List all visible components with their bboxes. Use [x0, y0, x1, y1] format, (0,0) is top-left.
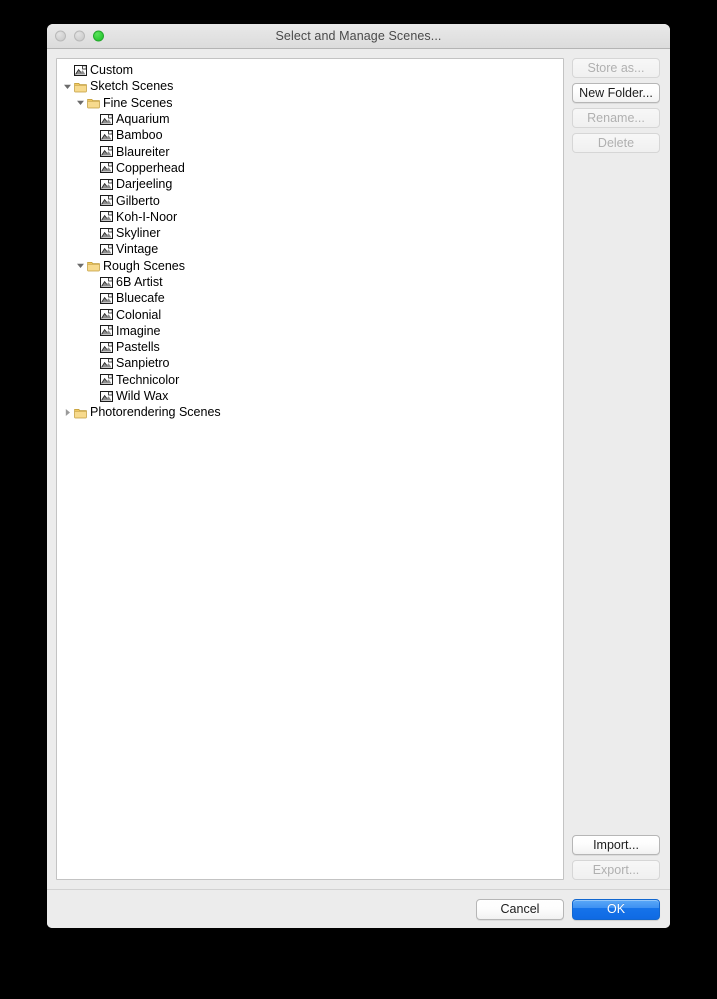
folder-icon: [74, 82, 87, 93]
tree-row-label: Koh-I-Noor: [116, 209, 178, 224]
tree-row[interactable]: Bluecafe: [57, 290, 563, 306]
scene-image-icon: [100, 146, 113, 158]
disclosure-triangle-open-icon[interactable]: [74, 261, 87, 270]
tree-row-label: Technicolor: [116, 372, 180, 387]
scene-image-icon: [100, 243, 113, 255]
scene-image-icon: [100, 309, 113, 321]
export-button: Export...: [572, 860, 660, 880]
scene-tree-panel[interactable]: Custom Sketch Scenes Fine Scenes Aquarium Ba…: [56, 58, 564, 880]
tree-row-label: Darjeeling: [116, 177, 173, 192]
tree-row[interactable]: Wild Wax: [57, 388, 563, 404]
side-spacer: [572, 153, 660, 835]
tree-row-label: Blaureiter: [116, 144, 170, 159]
tree-row-label: Photorendering Scenes: [90, 405, 221, 420]
tree-row[interactable]: Pastells: [57, 339, 563, 355]
tree-row-label: Colonial: [116, 307, 162, 322]
scene-image-icon: [100, 325, 113, 337]
tree-row-label: Rough Scenes: [103, 258, 186, 273]
scene-image-icon: [100, 292, 113, 304]
tree-row-label: Custom: [90, 63, 134, 78]
select-and-manage-scenes-dialog: Select and Manage Scenes... Custom Sketch…: [47, 24, 670, 928]
side-button-column: Store as... New Folder... Rename... Delete …: [564, 58, 661, 889]
tree-row[interactable]: 6B Artist: [57, 274, 563, 290]
ok-button[interactable]: OK: [572, 898, 660, 920]
import-button[interactable]: Import...: [572, 835, 660, 855]
scene-image-icon: [100, 341, 113, 353]
new-folder-button[interactable]: New Folder...: [572, 83, 660, 103]
tree-row[interactable]: Imagine: [57, 323, 563, 339]
scene-image-icon: [100, 390, 113, 402]
tree-row[interactable]: Fine Scenes: [57, 95, 563, 111]
maximize-button[interactable]: [93, 30, 104, 42]
tree-row[interactable]: Blaureiter: [57, 143, 563, 159]
scene-image-icon: [100, 357, 113, 369]
transfer-buttons-group: Import... Export...: [572, 835, 660, 880]
tree-row[interactable]: Koh-I-Noor: [57, 209, 563, 225]
window-titlebar: Select and Manage Scenes...: [47, 24, 670, 49]
tree-row[interactable]: Copperhead: [57, 160, 563, 176]
store-as-button: Store as...: [572, 58, 660, 78]
tree-row[interactable]: Technicolor: [57, 372, 563, 388]
scene-image-icon: [100, 162, 113, 174]
scene-image-icon: [100, 178, 113, 190]
tree-row-label: Vintage: [116, 242, 159, 257]
tree-row-label: Bamboo: [116, 128, 163, 143]
scene-image-icon: [100, 195, 113, 207]
close-button[interactable]: [55, 30, 66, 42]
folder-icon: [87, 262, 100, 272]
tree-row[interactable]: Gilberto: [57, 192, 563, 208]
tree-row-label: 6B Artist: [116, 275, 163, 289]
tree-row-label: Sanpietro: [116, 356, 170, 371]
scene-image-icon: [100, 374, 113, 386]
dialog-action-bar: Cancel OK: [47, 889, 670, 928]
manage-buttons-group: Store as... New Folder... Rename... Delete: [572, 58, 660, 153]
tree-row-label: Aquarium: [116, 112, 170, 127]
tree-row-label: Wild Wax: [116, 389, 169, 404]
tree-row-label: Pastells: [116, 340, 160, 355]
window-title: Select and Manage Scenes...: [275, 29, 442, 43]
tree-row-label: Sketch Scenes: [90, 79, 174, 94]
tree-row-label: Bluecafe: [116, 291, 165, 306]
disclosure-triangle-closed-icon[interactable]: [61, 408, 74, 417]
tree-row[interactable]: Colonial: [57, 306, 563, 322]
tree-row[interactable]: Custom: [57, 62, 563, 78]
tree-row-label: Copperhead: [116, 160, 185, 175]
tree-row-label: Fine Scenes: [103, 95, 173, 110]
window-controls: [55, 30, 104, 42]
scene-image-icon: [100, 211, 113, 223]
tree-row[interactable]: Bamboo: [57, 127, 563, 143]
tree-row-label: Gilberto: [116, 193, 160, 208]
tree-row[interactable]: Rough Scenes: [57, 258, 563, 274]
scene-image-icon: [100, 227, 113, 239]
scene-image-icon: [100, 129, 113, 141]
minimize-button[interactable]: [74, 30, 85, 42]
scene-image-icon: [100, 113, 113, 125]
folder-icon: [87, 99, 100, 109]
tree-row[interactable]: Sketch Scenes: [57, 78, 563, 94]
tree-row-label: Imagine: [116, 323, 161, 338]
scene-image-icon: [74, 64, 87, 76]
dialog-body: Custom Sketch Scenes Fine Scenes Aquarium Ba…: [47, 49, 670, 889]
tree-row[interactable]: Vintage: [57, 241, 563, 257]
tree-row-label: Skyliner: [116, 226, 161, 241]
cancel-button[interactable]: Cancel: [476, 898, 564, 920]
scene-tree-list: Custom Sketch Scenes Fine Scenes Aquarium Ba…: [57, 59, 563, 879]
tree-row[interactable]: Photorendering Scenes: [57, 404, 563, 420]
scene-image-icon: [100, 276, 113, 288]
tree-row[interactable]: Sanpietro: [57, 355, 563, 371]
disclosure-triangle-open-icon[interactable]: [61, 82, 74, 91]
folder-icon: [74, 408, 87, 419]
delete-button: Delete: [572, 133, 660, 153]
disclosure-triangle-open-icon[interactable]: [74, 98, 87, 107]
tree-row[interactable]: Skyliner: [57, 225, 563, 241]
tree-row[interactable]: Aquarium: [57, 111, 563, 127]
tree-row[interactable]: Darjeeling: [57, 176, 563, 192]
rename-button: Rename...: [572, 108, 660, 128]
